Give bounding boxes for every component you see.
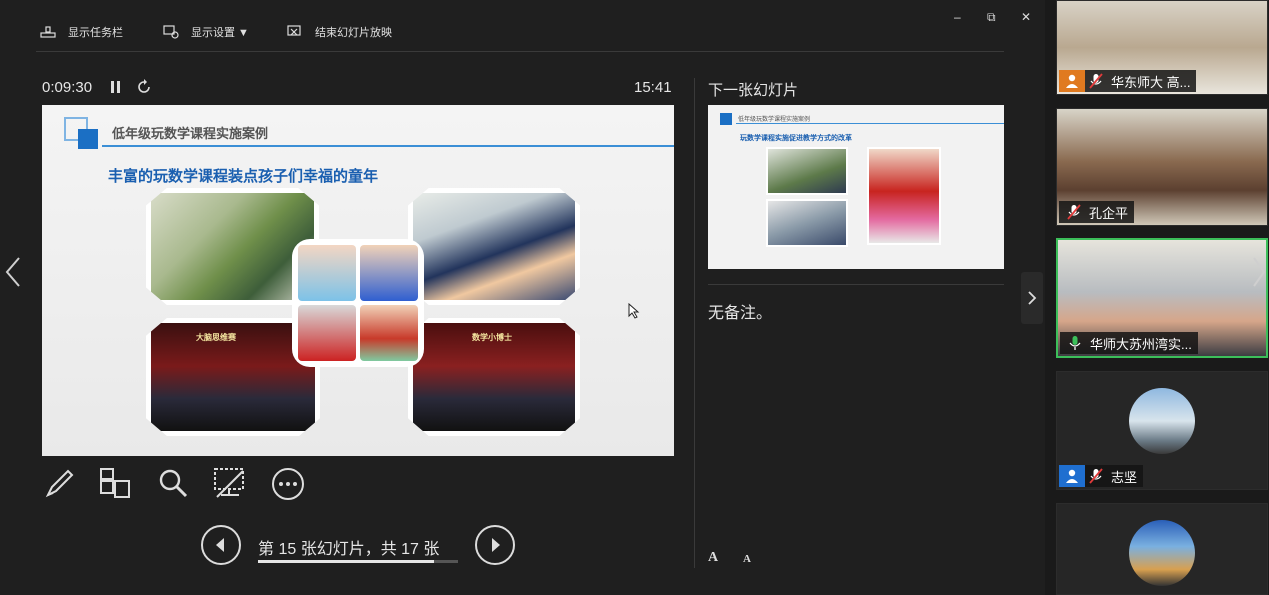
mic-muted-icon: [1063, 201, 1085, 223]
slide-title: 丰富的玩数学课程装点孩子们幸福的童年: [108, 168, 379, 185]
participant-name: 孔企平: [1089, 205, 1129, 221]
more-options-icon[interactable]: [271, 467, 305, 501]
next-slide-photo: [766, 199, 848, 247]
see-all-slides-icon[interactable]: [99, 467, 131, 499]
next-slide-photo: [867, 147, 941, 245]
child-photo: [360, 305, 418, 361]
chevron-right-icon: [1028, 291, 1037, 305]
next-slide-preview[interactable]: 低年级玩数学课程实施案例 玩数学课程实施促进教学方式的改革: [708, 105, 1004, 269]
mic-muted-icon: [1085, 70, 1107, 92]
stage-banner-text-2: 数学小博士: [472, 333, 512, 342]
participant-label: 孔企平: [1059, 201, 1135, 223]
next-page-arrow-icon[interactable]: [1251, 256, 1267, 288]
next-slide-button[interactable]: [475, 525, 515, 565]
display-settings-icon: [163, 25, 179, 39]
participant-label: 华东师大 高...: [1059, 70, 1197, 92]
display-settings-label: 显示设置 ▼: [191, 27, 249, 39]
participant-tile[interactable]: [1056, 503, 1268, 595]
stage-award-photo-2: 数学小博士: [408, 318, 580, 436]
pause-icon[interactable]: [110, 80, 122, 94]
participant-tile[interactable]: 华东师大 高...: [1056, 0, 1268, 95]
elapsed-timer: 0:09:30: [42, 79, 93, 96]
participant-tile-active-speaker[interactable]: 华师大苏州湾实...: [1056, 238, 1268, 358]
restart-icon[interactable]: [136, 79, 152, 95]
panel-divider: [694, 78, 695, 568]
next-slide-photo: [766, 147, 848, 195]
notes-divider: [708, 284, 1004, 285]
students-playing-photo: [408, 188, 580, 305]
child-photo: [298, 305, 356, 361]
child-photo: [298, 245, 356, 301]
user-avatar-icon: [1059, 70, 1085, 92]
chevron-left-icon: [216, 538, 224, 552]
next-slide-header: 低年级玩数学课程实施案例: [738, 117, 811, 123]
restore-button[interactable]: ⧉: [987, 10, 996, 25]
children-collage: [292, 239, 424, 367]
speaker-notes: 无备注。: [708, 305, 773, 322]
chevron-right-icon: [492, 538, 500, 552]
current-slide[interactable]: 低年级玩数学课程实施案例 丰富的玩数学课程装点孩子们幸福的童年 大脑思维赛 数学…: [42, 105, 674, 456]
slide-progress-bar: [258, 560, 458, 563]
collapse-sidebar-button[interactable]: [1021, 272, 1043, 324]
slide-header-text: 低年级玩数学课程实施案例: [112, 126, 269, 141]
pen-icon[interactable]: [44, 467, 76, 499]
current-time: 15:41: [634, 79, 672, 96]
next-slide-title: 玩数学课程实施促进教学方式的改革: [740, 135, 852, 142]
presenter-toolbar: 显示任务栏 显示设置 ▼ 结束幻灯片放映 – ⧉ ✕: [0, 0, 1045, 54]
minimize-button[interactable]: –: [954, 10, 961, 24]
end-slideshow-label: 结束幻灯片放映: [315, 27, 392, 39]
user-avatar-icon: [1059, 465, 1085, 487]
presenter-view: 显示任务栏 显示设置 ▼ 结束幻灯片放映 – ⧉ ✕ 0:09:30 15:41…: [0, 0, 1045, 595]
show-taskbar-label: 显示任务栏: [68, 27, 123, 39]
participants-sidebar: 华东师大 高... 孔企平 华师大苏州湾实... 志坚: [1045, 0, 1269, 595]
child-photo: [360, 245, 418, 301]
display-settings-button[interactable]: 显示设置 ▼: [163, 24, 249, 40]
profile-picture: [1129, 388, 1195, 454]
slide-logo-square: [78, 129, 98, 149]
black-screen-icon[interactable]: [213, 467, 247, 501]
participant-tile[interactable]: 孔企平: [1056, 108, 1268, 226]
increase-font-button[interactable]: A: [708, 550, 718, 566]
mic-muted-icon: [1085, 465, 1107, 487]
taskbar-icon: [40, 26, 56, 38]
previous-slide-button[interactable]: [201, 525, 241, 565]
stage-banner-text-1: 大脑思维赛: [196, 333, 236, 342]
next-slide-logo: [720, 113, 732, 125]
mouse-cursor-icon: [628, 303, 640, 319]
mic-active-icon: [1064, 332, 1086, 354]
participant-tile[interactable]: 志坚: [1056, 371, 1268, 490]
next-slide-label: 下一张幻灯片: [708, 82, 799, 99]
next-slide-header-line: [736, 123, 1004, 124]
show-taskbar-button[interactable]: 显示任务栏: [40, 24, 123, 40]
participant-name: 华师大苏州湾实...: [1090, 336, 1192, 352]
decrease-font-button[interactable]: A: [743, 553, 751, 565]
previous-arrow-icon[interactable]: [4, 256, 22, 288]
slide-progress-fill: [258, 560, 435, 563]
participant-label: 华师大苏州湾实...: [1060, 332, 1198, 354]
end-slideshow-icon: [287, 25, 301, 36]
zoom-icon[interactable]: [157, 467, 189, 499]
slide-header-line: [102, 145, 674, 147]
participant-name: 志坚: [1111, 469, 1138, 485]
toolbar-divider: [36, 51, 1004, 52]
end-slideshow-button[interactable]: 结束幻灯片放映: [287, 24, 392, 40]
participant-label: 志坚: [1059, 465, 1144, 487]
participant-name: 华东师大 高...: [1111, 74, 1191, 90]
slide-counter[interactable]: 第 15 张幻灯片，共 17 张: [258, 535, 439, 559]
close-button[interactable]: ✕: [1021, 10, 1031, 24]
profile-picture: [1129, 520, 1195, 586]
